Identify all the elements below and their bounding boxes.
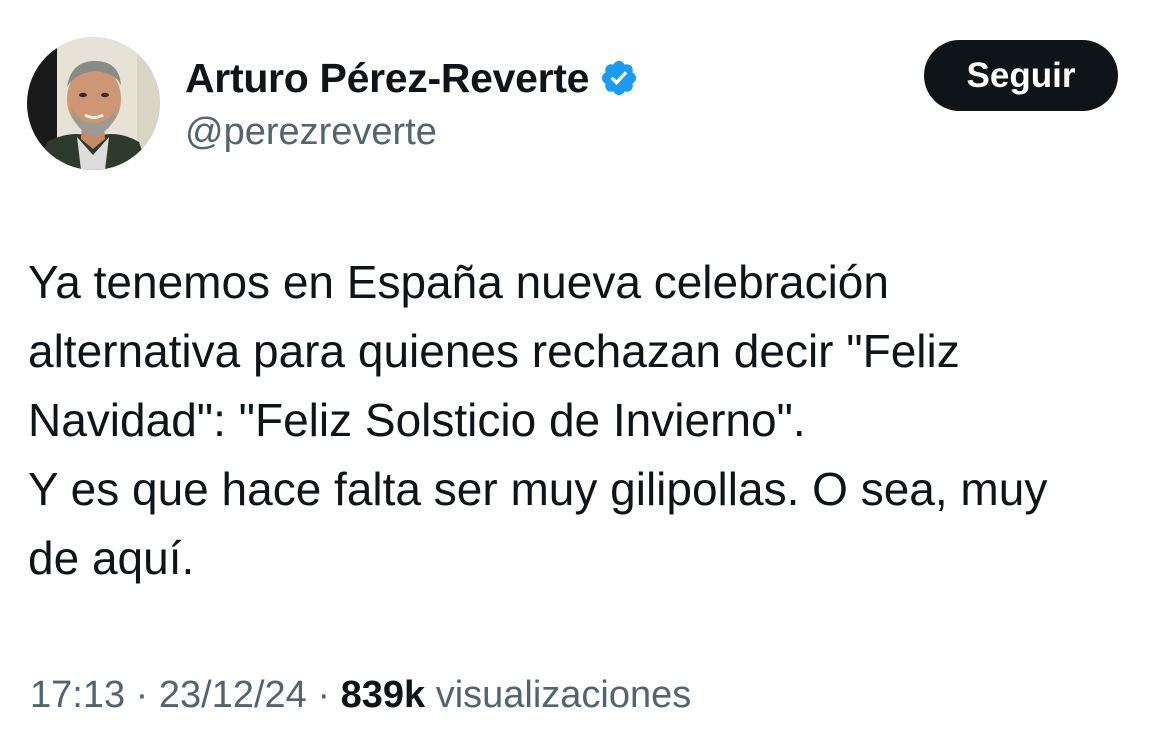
verified-badge-icon[interactable] xyxy=(599,58,639,98)
tweet-text-line: de aquí. xyxy=(28,532,195,584)
tweet-text-line: Navidad": "Feliz Solsticio de Invierno". xyxy=(28,394,806,446)
author-handle[interactable]: @perezreverte xyxy=(185,108,437,156)
tweet-text-line: Y es que hace falta ser muy gilipollas. … xyxy=(28,463,1048,515)
tweet-meta: 17:13 · 23/12/24 · 839k visualizaciones xyxy=(30,670,691,720)
follow-button[interactable]: Seguir xyxy=(924,40,1118,111)
tweet-date[interactable]: 23/12/24 xyxy=(159,674,307,716)
tweet-time[interactable]: 17:13 xyxy=(30,674,125,716)
author-display-name[interactable]: Arturo Pérez-Reverte xyxy=(185,52,589,104)
meta-separator: · xyxy=(135,674,149,716)
tweet-text-line: Ya tenemos en España nueva celebración xyxy=(28,256,889,308)
tweet-text-line: alternativa para quienes rechazan decir … xyxy=(28,325,960,377)
author-name-row: Arturo Pérez-Reverte xyxy=(185,52,639,104)
tweet-text: Ya tenemos en España nueva celebración a… xyxy=(28,248,1148,593)
meta-separator: · xyxy=(317,674,331,716)
avatar[interactable] xyxy=(27,37,160,170)
views-label: visualizaciones xyxy=(435,674,692,716)
avatar-photo xyxy=(27,37,160,170)
views-count[interactable]: 839k xyxy=(341,674,426,716)
